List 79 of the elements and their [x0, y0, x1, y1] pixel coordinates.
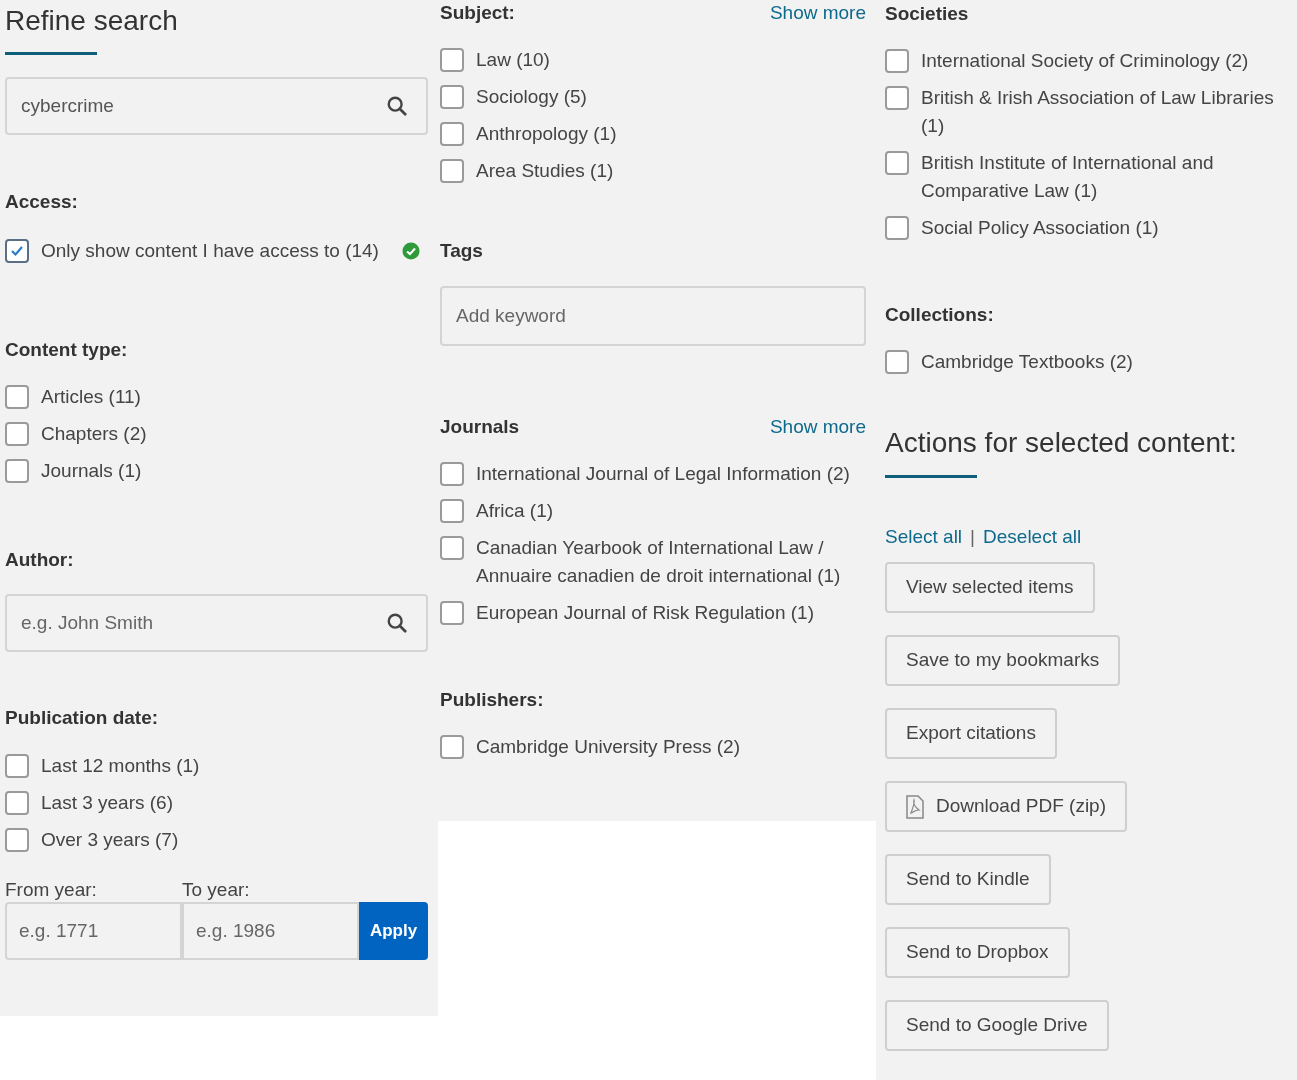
filter-option-label: Sociology (5): [476, 85, 587, 109]
deselect-all-link[interactable]: Deselect all: [983, 524, 1082, 550]
checkbox[interactable]: [440, 462, 464, 486]
section-heading: Publishers:: [440, 688, 545, 712]
select-all-link[interactable]: Select all: [885, 524, 963, 550]
filter-option-label: Only show content I have access to (14): [41, 239, 379, 263]
checkbox[interactable]: [885, 350, 909, 374]
action-button[interactable]: Send to Dropbox: [885, 927, 1070, 978]
field-label: To year:: [182, 878, 250, 902]
checkbox[interactable]: [440, 159, 464, 183]
to-year-field[interactable]: e.g. 1986: [182, 902, 359, 960]
author-field[interactable]: e.g. John Smith: [5, 594, 428, 652]
checkbox[interactable]: [885, 86, 909, 110]
checkbox[interactable]: [440, 536, 464, 560]
checkbox[interactable]: [5, 385, 29, 409]
search-icon[interactable]: [386, 95, 408, 117]
check-icon: [10, 244, 24, 258]
check-circle-icon: [402, 242, 420, 260]
action-button[interactable]: Export citations: [885, 708, 1057, 759]
show-more-link[interactable]: Show more: [769, 414, 866, 440]
filter-option-label: International Society of Criminology (2): [921, 49, 1249, 73]
filter-option-label: Last 12 months (1): [41, 754, 200, 778]
page-title: Refine search: [5, 4, 179, 38]
filter-option-label: British & Irish Association of Law Libraries (1): [921, 86, 1275, 138]
link-separator: |: [970, 525, 976, 549]
checkbox[interactable]: [885, 151, 909, 175]
section-heading: Author:: [5, 548, 75, 572]
field-label: From year:: [5, 878, 98, 902]
checkbox[interactable]: [5, 422, 29, 446]
section-heading: Access:: [5, 190, 79, 214]
checkbox[interactable]: [5, 754, 29, 778]
filter-option-label: Social Policy Association (1): [921, 216, 1159, 240]
filter-option-label: Canadian Yearbook of International Law / Annuaire canadien de droit international (1): [476, 536, 842, 588]
section-heading: Tags: [440, 239, 484, 263]
action-button[interactable]: Send to Kindle: [885, 854, 1051, 905]
filter-option-label: Anthropology (1): [476, 122, 617, 146]
checkbox[interactable]: [5, 239, 29, 263]
checkbox[interactable]: [440, 85, 464, 109]
checkbox[interactable]: [885, 49, 909, 73]
from-year-field[interactable]: e.g. 1771: [5, 902, 182, 960]
keyword-field[interactable]: Add keyword: [440, 286, 866, 346]
checkbox[interactable]: [440, 601, 464, 625]
checkbox[interactable]: [885, 216, 909, 240]
filter-option-label: Articles (11): [41, 385, 141, 409]
section-heading: Collections:: [885, 303, 995, 327]
section-heading: Content type:: [5, 338, 129, 362]
show-more-link[interactable]: Show more: [769, 0, 866, 26]
checkbox[interactable]: [440, 499, 464, 523]
checkbox[interactable]: [440, 48, 464, 72]
filter-option-label: Journals (1): [41, 459, 142, 483]
filter-option-label: Over 3 years (7): [41, 828, 179, 852]
section-heading: Societies: [885, 2, 970, 26]
filter-option-label: International Journal of Legal Information (2): [476, 462, 850, 486]
filter-option-label: European Journal of Risk Regulation (1): [476, 601, 814, 625]
search-field[interactable]: cybercrime: [5, 77, 428, 135]
action-button[interactable]: View selected items: [885, 562, 1095, 613]
action-button[interactable]: Save to my bookmarks: [885, 635, 1121, 686]
action-button[interactable]: Download PDF (zip): [885, 781, 1127, 832]
apply-button[interactable]: Apply: [359, 902, 428, 960]
filter-option-label: Law (10): [476, 48, 550, 72]
search-icon[interactable]: [386, 612, 408, 634]
checkbox[interactable]: [5, 791, 29, 815]
filter-option-label: British Institute of International and Comparative Law (1): [921, 151, 1215, 203]
checkbox[interactable]: [440, 122, 464, 146]
filter-option-label: Area Studies (1): [476, 159, 614, 183]
section-title: Actions for selected content:: [885, 426, 1238, 460]
checkbox[interactable]: [5, 828, 29, 852]
filter-option-label: Chapters (2): [41, 422, 147, 446]
action-button[interactable]: Send to Google Drive: [885, 1000, 1109, 1051]
checkbox[interactable]: [5, 459, 29, 483]
section-heading: Journals: [440, 415, 520, 439]
filter-option-label: Last 3 years (6): [41, 791, 173, 815]
pdf-file-icon: [906, 794, 924, 819]
section-heading: Subject:: [440, 1, 515, 25]
checkbox[interactable]: [440, 735, 464, 759]
filter-option-label: Cambridge University Press (2): [476, 735, 740, 759]
section-heading: Publication date:: [5, 706, 160, 730]
filter-option-label: Africa (1): [476, 499, 554, 523]
filter-option-label: Cambridge Textbooks (2): [921, 350, 1133, 374]
